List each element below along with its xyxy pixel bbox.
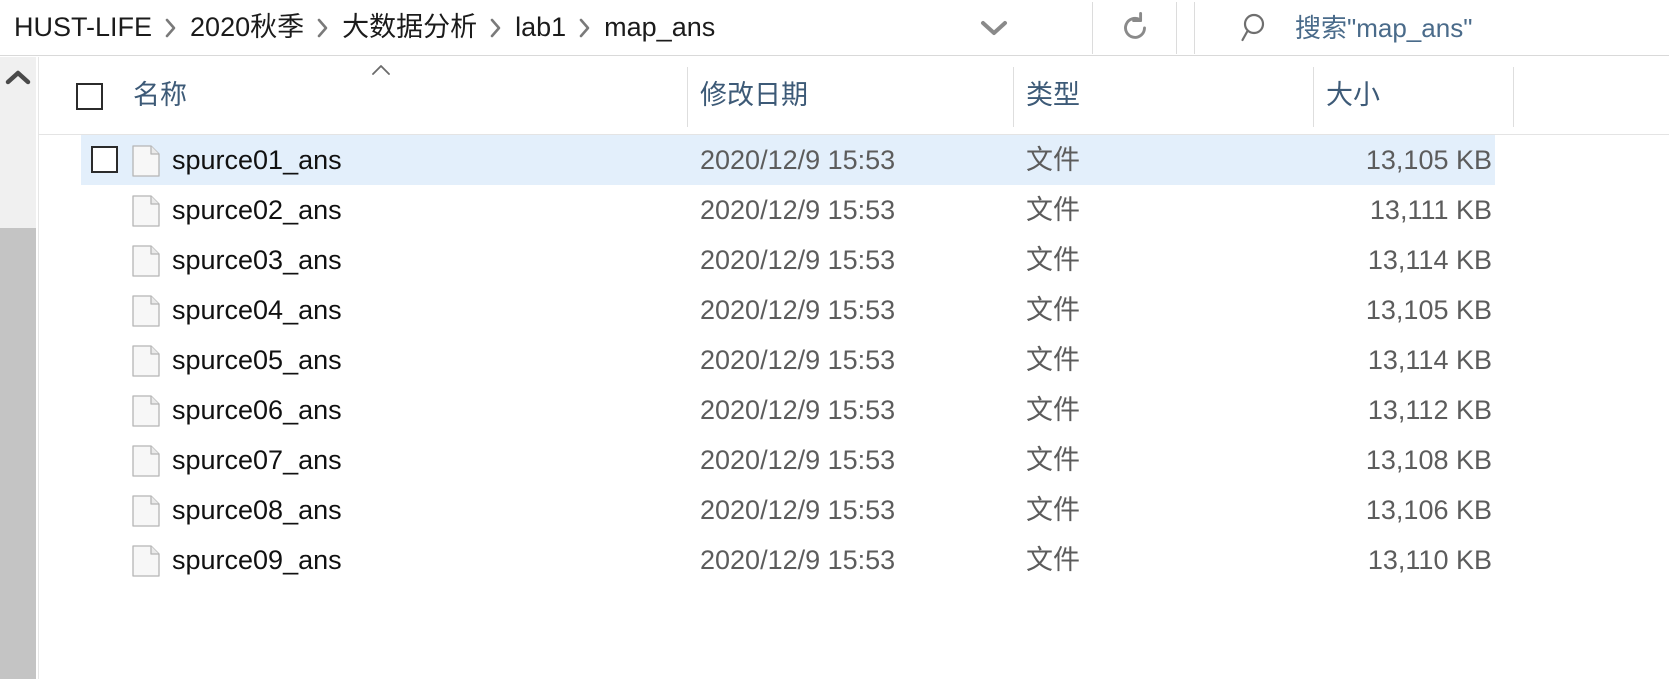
chevron-down-icon bbox=[979, 19, 1009, 37]
cell-size: 13,114 KB bbox=[1367, 344, 1492, 375]
cell-size: 13,105 KB bbox=[1365, 144, 1492, 175]
column-header-size[interactable]: 大小 bbox=[1326, 57, 1380, 134]
column-header-date[interactable]: 修改日期 bbox=[700, 57, 808, 134]
cell-name: spurce08_ans bbox=[172, 494, 342, 525]
cell-type: 文件 bbox=[1026, 194, 1080, 225]
search-icon bbox=[1241, 12, 1273, 44]
file-icon bbox=[132, 245, 160, 277]
file-icon bbox=[132, 495, 160, 527]
cell-type: 文件 bbox=[1026, 344, 1080, 375]
column-divider[interactable] bbox=[1513, 67, 1514, 127]
column-header-name-label: 名称 bbox=[133, 80, 187, 110]
cell-name: spurce01_ans bbox=[172, 144, 342, 175]
cell-date: 2020/12/9 15:53 bbox=[700, 344, 896, 375]
cell-size: 13,105 KB bbox=[1365, 294, 1492, 325]
file-explorer-window: HUST-LIFE 2020秋季 大数据分析 lab1 map_ans 搜索"m… bbox=[0, 0, 1669, 679]
table-row[interactable]: spurce07_ans 2020/12/9 15:53 文件 13,108 K… bbox=[38, 435, 1669, 485]
column-divider[interactable] bbox=[687, 67, 688, 127]
select-all-checkbox[interactable] bbox=[76, 83, 103, 110]
column-divider[interactable] bbox=[1013, 67, 1014, 127]
cell-type: 文件 bbox=[1026, 294, 1080, 325]
address-bar: HUST-LIFE 2020秋季 大数据分析 lab1 map_ans 搜索"m… bbox=[0, 0, 1669, 56]
cell-size: 13,114 KB bbox=[1367, 244, 1492, 275]
file-icon bbox=[132, 295, 160, 327]
scrollbar-up-button[interactable] bbox=[0, 57, 36, 99]
search-box[interactable]: 搜索"map_ans" bbox=[1196, 0, 1669, 55]
refresh-icon bbox=[1118, 11, 1152, 45]
table-row[interactable]: spurce04_ans 2020/12/9 15:53 文件 13,105 K… bbox=[38, 285, 1669, 335]
vertical-scrollbar[interactable] bbox=[0, 57, 37, 679]
cell-name: spurce09_ans bbox=[172, 544, 342, 575]
cell-date: 2020/12/9 15:53 bbox=[700, 544, 896, 575]
file-icon bbox=[132, 145, 160, 177]
breadcrumb-item-1[interactable]: 2020秋季 bbox=[184, 10, 310, 45]
breadcrumb-item-4[interactable]: map_ans bbox=[598, 10, 721, 45]
table-row[interactable]: spurce08_ans 2020/12/9 15:53 文件 13,106 K… bbox=[38, 485, 1669, 535]
file-icon bbox=[132, 195, 160, 227]
cell-name: spurce03_ans bbox=[172, 244, 342, 275]
table-row[interactable]: spurce03_ans 2020/12/9 15:53 文件 13,114 K… bbox=[38, 235, 1669, 285]
cell-size: 13,110 KB bbox=[1367, 544, 1492, 575]
cell-date: 2020/12/9 15:53 bbox=[700, 294, 896, 325]
file-list: spurce01_ans 2020/12/9 15:53 文件 13,105 K… bbox=[38, 135, 1669, 585]
breadcrumb-item-0[interactable]: HUST-LIFE bbox=[8, 10, 158, 45]
cell-size: 13,108 KB bbox=[1365, 444, 1492, 475]
toolbar-separator bbox=[1194, 2, 1195, 54]
file-icon bbox=[132, 345, 160, 377]
column-header-type-label: 类型 bbox=[1026, 80, 1080, 110]
cell-date: 2020/12/9 15:53 bbox=[700, 494, 896, 525]
cell-name: spurce02_ans bbox=[172, 194, 342, 225]
cell-date: 2020/12/9 15:53 bbox=[700, 394, 896, 425]
table-row[interactable]: spurce05_ans 2020/12/9 15:53 文件 13,114 K… bbox=[38, 335, 1669, 385]
file-list-pane: 名称 修改日期 类型 大小 spurce01_ans 2020/12/9 15:… bbox=[38, 57, 1669, 679]
cell-size: 13,106 KB bbox=[1365, 494, 1492, 525]
column-header-name[interactable]: 名称 bbox=[133, 57, 187, 134]
cell-size: 13,111 KB bbox=[1369, 194, 1492, 225]
cell-type: 文件 bbox=[1026, 144, 1080, 175]
breadcrumb-separator-icon bbox=[483, 17, 509, 39]
cell-name: spurce06_ans bbox=[172, 394, 342, 425]
cell-type: 文件 bbox=[1026, 244, 1080, 275]
cell-date: 2020/12/9 15:53 bbox=[700, 444, 896, 475]
column-header-date-label: 修改日期 bbox=[700, 80, 808, 110]
cell-name: spurce05_ans bbox=[172, 344, 342, 375]
cell-name: spurce07_ans bbox=[172, 444, 342, 475]
breadcrumb-separator-icon bbox=[572, 17, 598, 39]
breadcrumb-item-3[interactable]: lab1 bbox=[509, 10, 572, 45]
breadcrumb-item-2[interactable]: 大数据分析 bbox=[336, 10, 483, 45]
file-icon bbox=[132, 395, 160, 427]
sort-ascending-icon bbox=[371, 63, 391, 77]
cell-date: 2020/12/9 15:53 bbox=[700, 194, 896, 225]
scrollbar-thumb[interactable] bbox=[0, 228, 36, 679]
table-row[interactable]: spurce09_ans 2020/12/9 15:53 文件 13,110 K… bbox=[38, 535, 1669, 585]
cell-type: 文件 bbox=[1026, 494, 1080, 525]
table-row[interactable]: spurce06_ans 2020/12/9 15:53 文件 13,112 K… bbox=[38, 385, 1669, 435]
breadcrumb-separator-icon bbox=[310, 17, 336, 39]
column-header-size-label: 大小 bbox=[1326, 80, 1380, 110]
search-input[interactable]: 搜索"map_ans" bbox=[1295, 15, 1472, 41]
file-icon bbox=[132, 445, 160, 477]
cell-name: spurce04_ans bbox=[172, 294, 342, 325]
file-icon bbox=[132, 545, 160, 577]
breadcrumb-separator-icon bbox=[158, 17, 184, 39]
column-divider[interactable] bbox=[1313, 67, 1314, 127]
breadcrumb: HUST-LIFE 2020秋季 大数据分析 lab1 map_ans bbox=[0, 0, 721, 56]
cell-size: 13,112 KB bbox=[1367, 394, 1492, 425]
column-header-row: 名称 修改日期 类型 大小 bbox=[38, 57, 1669, 135]
refresh-button[interactable] bbox=[1100, 0, 1170, 55]
cell-type: 文件 bbox=[1026, 444, 1080, 475]
column-header-type[interactable]: 类型 bbox=[1026, 57, 1080, 134]
table-row[interactable]: spurce02_ans 2020/12/9 15:53 文件 13,111 K… bbox=[38, 185, 1669, 235]
toolbar-separator bbox=[1092, 2, 1093, 54]
cell-date: 2020/12/9 15:53 bbox=[700, 144, 896, 175]
cell-type: 文件 bbox=[1026, 544, 1080, 575]
table-row[interactable]: spurce01_ans 2020/12/9 15:53 文件 13,105 K… bbox=[38, 135, 1669, 185]
address-history-dropdown-button[interactable] bbox=[962, 0, 1026, 55]
toolbar-separator bbox=[1176, 2, 1177, 54]
row-checkbox[interactable] bbox=[91, 146, 118, 173]
cell-type: 文件 bbox=[1026, 394, 1080, 425]
chevron-up-icon bbox=[5, 70, 31, 86]
cell-date: 2020/12/9 15:53 bbox=[700, 244, 896, 275]
